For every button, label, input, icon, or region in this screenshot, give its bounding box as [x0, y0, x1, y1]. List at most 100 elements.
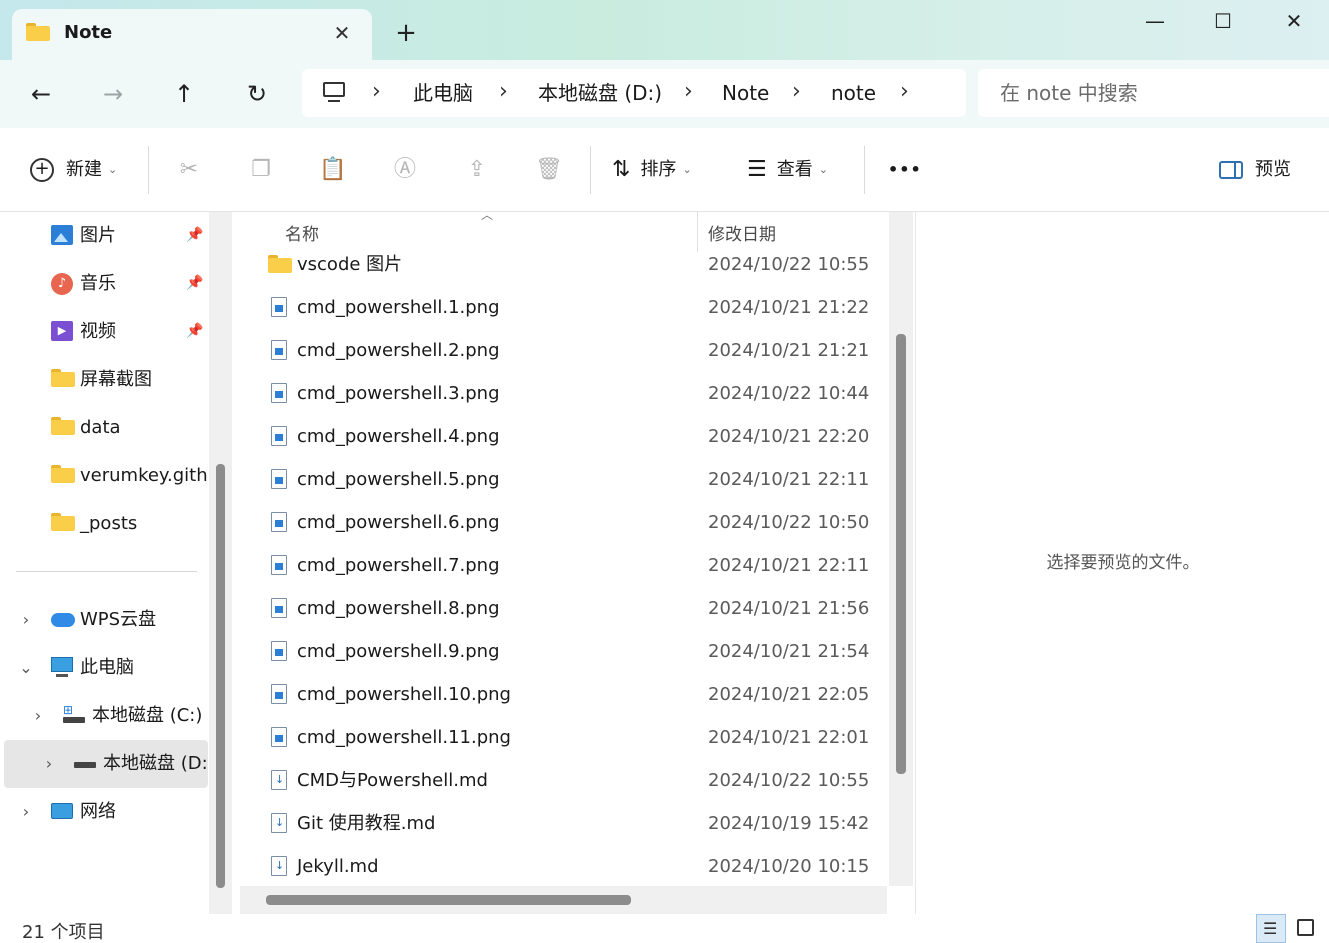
sidebar-item-label: 音乐 [80, 273, 116, 294]
chevron-right-icon[interactable]: › [30, 692, 46, 740]
toolbar-divider [148, 146, 149, 194]
view-label: 查看 [776, 159, 813, 180]
sidebar-tree-item[interactable]: › 网络 [0, 788, 209, 836]
details-view-button[interactable]: ☰ [1256, 914, 1286, 943]
chevron-right-icon[interactable]: › [372, 69, 381, 117]
file-row[interactable]: cmd_powershell.6.png 2024/10/22 10:50 [240, 501, 887, 544]
pin-icon[interactable]: 📌 [186, 227, 203, 243]
file-row[interactable]: cmd_powershell.3.png 2024/10/22 10:44 [240, 372, 887, 415]
column-header-name[interactable]: 名称 [285, 220, 319, 245]
chevron-right-icon[interactable]: › [499, 69, 508, 117]
chevron-right-icon[interactable]: › [18, 596, 34, 644]
chevron-right-icon[interactable]: › [684, 69, 693, 117]
pin-icon[interactable]: 📌 [186, 323, 203, 339]
refresh-button[interactable]: ↻ [237, 74, 277, 114]
sidebar-scrollbar[interactable] [209, 212, 232, 914]
file-name: cmd_powershell.5.png [297, 469, 500, 490]
sidebar-item-quick[interactable]: 图片 📌 [0, 212, 209, 260]
minimize-button[interactable]: — [1120, 4, 1190, 38]
file-list-horizontal-scrollbar[interactable] [240, 886, 887, 914]
drive-icon [74, 753, 98, 775]
view-button[interactable]: ☰ 查看 ⌄ [747, 128, 828, 212]
address-bar[interactable]: › 此电脑 › 本地磁盘 (D:) › Note › note › [302, 69, 966, 117]
sort-button[interactable]: ⇅ 排序 ⌄ [612, 128, 692, 212]
new-tab-button[interactable]: + [390, 18, 422, 50]
paste-icon[interactable]: 📋 [318, 155, 348, 185]
sidebar-item-label: 视频 [80, 321, 116, 342]
file-row[interactable]: cmd_powershell.4.png 2024/10/21 22:20 [240, 415, 887, 458]
chevron-right-icon[interactable]: › [792, 69, 801, 117]
file-row[interactable]: cmd_powershell.5.png 2024/10/21 22:11 [240, 458, 887, 501]
search-input[interactable]: 在 note 中搜索 [978, 69, 1329, 117]
item-count: 21 个项目 [22, 922, 105, 943]
details-view-icon: ☰ [1263, 919, 1278, 938]
sidebar-item-label: WPS云盘 [80, 609, 157, 630]
file-row[interactable]: vscode 图片 2024/10/22 10:55 [240, 243, 887, 286]
file-date: 2024/10/21 21:54 [708, 641, 870, 662]
rename-icon[interactable]: Ⓐ [390, 155, 420, 185]
image-file-icon [271, 426, 287, 446]
sort-ascending-icon: ︿ [481, 212, 494, 222]
file-name: cmd_powershell.3.png [297, 383, 500, 404]
file-row[interactable]: cmd_powershell.1.png 2024/10/21 21:22 [240, 286, 887, 329]
music-icon: ♪ [51, 273, 75, 295]
new-label: 新建 [66, 159, 102, 180]
share-icon[interactable]: ⇪ [462, 155, 492, 185]
sidebar-tree-item[interactable]: › ⊞ 本地磁盘 (C:) [0, 692, 209, 740]
tab-note[interactable]: Note ✕ [12, 9, 372, 61]
sidebar-tree-item[interactable]: ⌄ 此电脑 [0, 644, 209, 692]
sidebar-scroll-thumb[interactable] [216, 464, 225, 888]
sidebar-item-quick[interactable]: verumkey.githu [0, 452, 219, 500]
sidebar-item-quick[interactable]: ♪ 音乐 📌 [0, 260, 209, 308]
file-row[interactable]: ↓ Jekyll.md 2024/10/20 10:15 [240, 845, 887, 888]
breadcrumb-this-pc[interactable]: 此电脑 [413, 69, 473, 117]
file-row[interactable]: cmd_powershell.10.png 2024/10/21 22:05 [240, 673, 887, 716]
computer-icon[interactable] [322, 82, 346, 104]
image-file-icon [271, 684, 287, 704]
sidebar-item-quick[interactable]: _posts [0, 500, 209, 548]
column-header-date[interactable]: 修改日期 [708, 220, 776, 245]
file-row[interactable]: cmd_powershell.7.png 2024/10/21 22:11 [240, 544, 887, 587]
breadcrumb-note[interactable]: Note [722, 69, 769, 117]
back-button[interactable]: ← [21, 74, 61, 114]
chevron-down-icon[interactable]: ⌄ [18, 644, 34, 692]
preview-pane-button[interactable]: 预览 [1219, 128, 1291, 212]
sidebar-item-quick[interactable]: ▶ 视频 📌 [0, 308, 209, 356]
copy-icon[interactable]: ❐ [246, 155, 276, 185]
file-row[interactable]: cmd_powershell.9.png 2024/10/21 21:54 [240, 630, 887, 673]
delete-icon[interactable]: 🗑 [534, 155, 564, 185]
file-row[interactable]: cmd_powershell.8.png 2024/10/21 21:56 [240, 587, 887, 630]
tab-close-icon[interactable]: ✕ [328, 19, 356, 47]
file-row[interactable]: cmd_powershell.2.png 2024/10/21 21:21 [240, 329, 887, 372]
close-button[interactable]: ✕ [1259, 4, 1329, 38]
sidebar-item-quick[interactable]: 屏幕截图 [0, 356, 209, 404]
chevron-right-icon[interactable]: › [18, 788, 34, 836]
forward-button[interactable]: → [93, 74, 133, 114]
image-file-icon [271, 340, 287, 360]
pin-icon[interactable]: 📌 [186, 275, 203, 291]
vertical-scroll-thumb[interactable] [896, 334, 906, 774]
cut-icon[interactable]: ✂ [174, 155, 204, 185]
cloud-icon [51, 609, 75, 631]
file-name: cmd_powershell.2.png [297, 340, 500, 361]
maximize-button[interactable]: ☐ [1188, 4, 1258, 38]
file-row[interactable]: ↓ CMD与Powershell.md 2024/10/22 10:55 [240, 759, 887, 802]
file-row[interactable]: ↓ Git 使用教程.md 2024/10/19 15:42 [240, 802, 887, 845]
more-options-button[interactable]: ••• [888, 128, 922, 212]
chevron-right-icon[interactable]: › [900, 69, 909, 117]
file-list-vertical-scrollbar[interactable] [889, 212, 913, 886]
chevron-right-icon[interactable]: › [41, 740, 57, 788]
breadcrumb-drive-d[interactable]: 本地磁盘 (D:) [538, 69, 662, 117]
tiles-view-button[interactable] [1291, 914, 1321, 943]
up-button[interactable]: ↑ [164, 74, 204, 114]
image-file-icon [271, 641, 287, 661]
sidebar-item-quick[interactable]: data [0, 404, 209, 452]
sidebar-tree-item[interactable]: › 本地磁盘 (D:) [4, 740, 215, 788]
new-button[interactable]: + 新建 ⌄ [30, 128, 117, 212]
horizontal-scroll-thumb[interactable] [266, 895, 631, 905]
file-row[interactable]: cmd_powershell.11.png 2024/10/21 22:01 [240, 716, 887, 759]
sort-label: 排序 [640, 159, 677, 180]
breadcrumb-note-sub[interactable]: note [831, 69, 876, 117]
image-file-icon [271, 512, 287, 532]
sidebar-tree-item[interactable]: › WPS云盘 [0, 596, 209, 644]
